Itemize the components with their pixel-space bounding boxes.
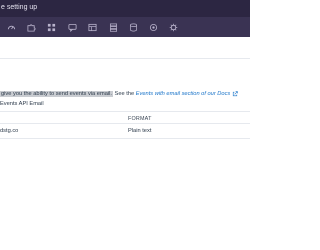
format-cell: Plain text: [128, 128, 152, 134]
table-top-border: [0, 111, 250, 112]
docs-link[interactable]: Events with email section of our Docs: [136, 91, 231, 97]
table-icon[interactable]: [85, 20, 99, 34]
gear-icon[interactable]: [166, 20, 180, 34]
window-title: e setting up: [1, 4, 38, 11]
speedometer-icon[interactable]: [4, 20, 18, 34]
stack-icon[interactable]: [106, 20, 120, 34]
api-email-label: Events API Email: [0, 101, 44, 107]
database-icon[interactable]: [126, 20, 140, 34]
puzzle-icon[interactable]: [24, 20, 38, 34]
nav-bar: [0, 17, 250, 37]
settings-icon[interactable]: [146, 20, 160, 34]
top-bar: e setting up: [0, 0, 250, 17]
table-row-border: [0, 138, 250, 139]
chat-icon[interactable]: [65, 20, 79, 34]
table-header-border: [0, 123, 250, 124]
email-cell[interactable]: dstg.co: [0, 127, 18, 135]
intro-see: See the: [112, 91, 136, 97]
intro-highlight: give you the ability to send events via …: [0, 91, 113, 97]
divider: [0, 58, 250, 59]
intro-text: give you the ability to send events via …: [0, 90, 250, 99]
grid-icon[interactable]: [44, 20, 58, 34]
external-link-icon[interactable]: [232, 90, 238, 97]
column-header-format: FORMAT: [128, 116, 152, 122]
